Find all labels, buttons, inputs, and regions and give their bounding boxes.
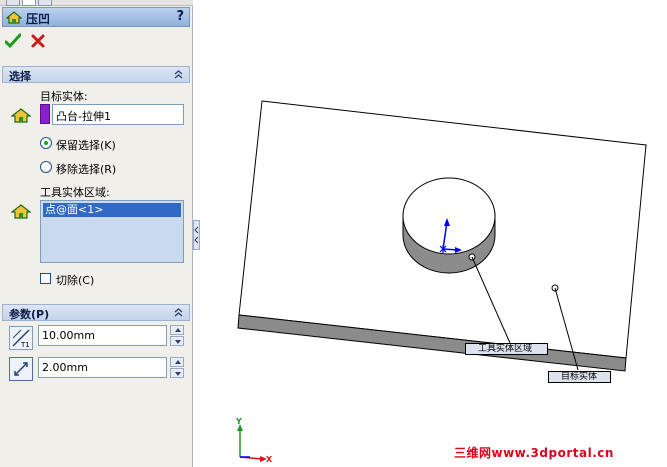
- tool-body-region-callout: 工具实体区域: [465, 343, 548, 355]
- axis-x-label: X: [266, 455, 273, 464]
- watermark: 三维网www.3dportal.cn: [454, 446, 614, 460]
- target-body-callout: 目标实体: [548, 371, 611, 383]
- axis-y-label: Y: [236, 417, 242, 426]
- tool-body-cylinder: [402, 177, 496, 255]
- graphics-viewport[interactable]: [0, 0, 667, 467]
